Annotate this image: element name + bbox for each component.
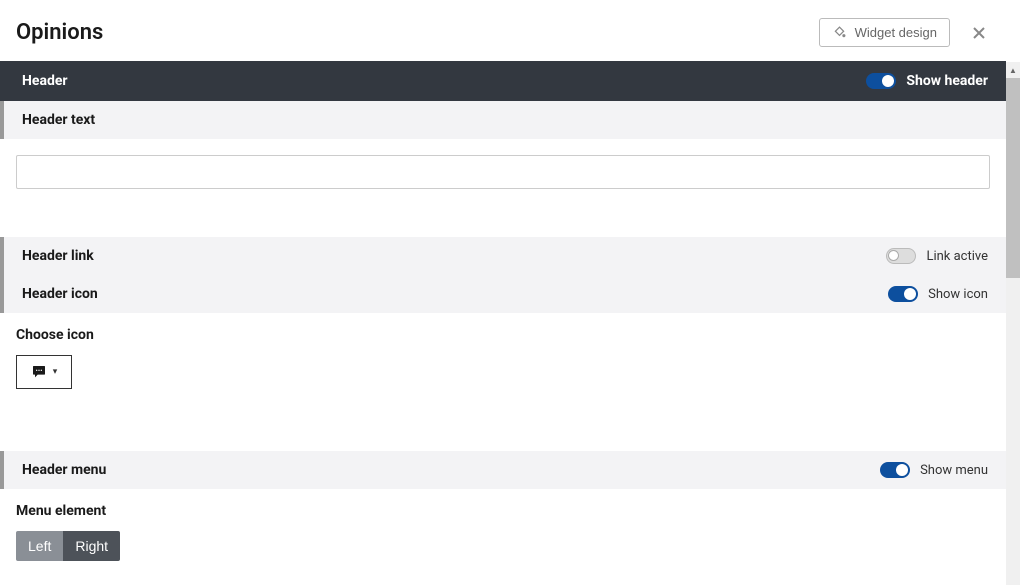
header-text-label: Header text: [22, 112, 95, 128]
header-menu-label: Header menu: [22, 462, 106, 478]
menu-element-left-button[interactable]: Left: [16, 531, 63, 561]
widget-design-button[interactable]: Widget design: [819, 18, 950, 47]
header-link-section-bar: Header link Link active: [0, 237, 1006, 275]
header-menu-section-bar: Header menu Show menu: [0, 451, 1006, 489]
choose-icon-dropdown[interactable]: ▾: [16, 355, 72, 389]
show-header-toggle[interactable]: [866, 73, 896, 89]
show-menu-toggle-label: Show menu: [920, 463, 988, 478]
show-menu-toggle[interactable]: [880, 462, 910, 478]
menu-element-right-button[interactable]: Right: [63, 531, 120, 561]
header-icon-section-bar: Header icon Show icon: [0, 275, 1006, 313]
link-active-toggle[interactable]: [886, 248, 916, 264]
header-link-label: Header link: [22, 248, 94, 264]
widget-design-label: Widget design: [855, 25, 937, 40]
scrollbar[interactable]: ▲: [1006, 62, 1020, 585]
header-text-input[interactable]: [16, 155, 990, 189]
scrollbar-up-icon[interactable]: ▲: [1006, 62, 1020, 78]
paint-bucket-icon: [832, 25, 847, 40]
header-text-section-bar: Header text: [0, 101, 1006, 139]
link-active-toggle-label: Link active: [926, 249, 988, 264]
menu-element-segmented: Left Right: [16, 531, 120, 561]
show-icon-toggle[interactable]: [888, 286, 918, 302]
menu-element-label: Menu element: [16, 503, 990, 519]
page-title: Opinions: [16, 20, 103, 45]
header-label: Header: [22, 73, 68, 89]
chevron-down-icon: ▾: [53, 367, 58, 377]
chat-bubble-icon: [31, 364, 47, 380]
close-button[interactable]: [968, 22, 990, 44]
close-icon: [972, 26, 986, 40]
show-header-toggle-label: Show header: [906, 73, 988, 89]
header-icon-label: Header icon: [22, 286, 98, 302]
choose-icon-label: Choose icon: [16, 327, 990, 343]
header-section-bar: Header Show header: [0, 61, 1006, 101]
show-icon-toggle-label: Show icon: [928, 287, 988, 302]
scrollbar-thumb[interactable]: [1006, 78, 1020, 278]
